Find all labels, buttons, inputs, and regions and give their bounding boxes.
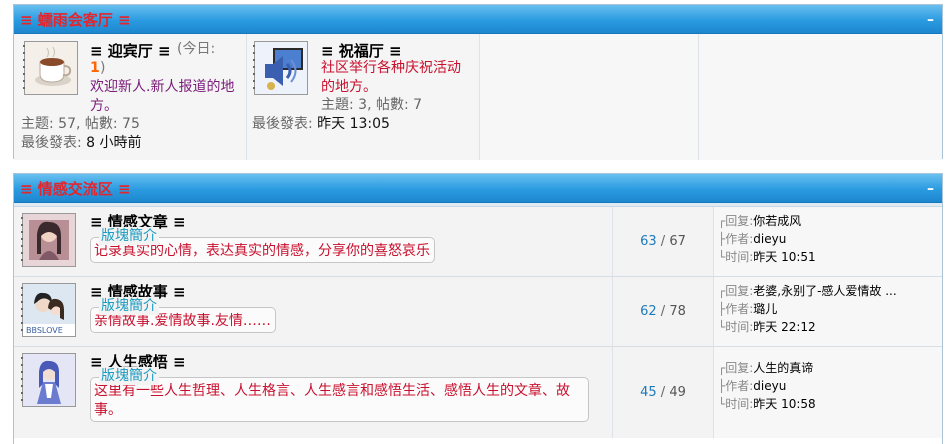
author-link[interactable]: dieyu [753, 379, 786, 393]
last-post-info: ┌回复:老婆,永别了-感人爱情故 ... ├作者:璐儿 └时间:昨天 22:12 [714, 277, 942, 346]
thread-count: 62 [640, 304, 657, 319]
last-post-info: ┌回复:人生的真谛 ├作者:dieyu └时间:昨天 10:58 [714, 347, 942, 438]
last-post-line: 最後發表: 8 小時前 [21, 134, 142, 153]
forum-name[interactable]: ≡ 迎宾厅 ≡ [90, 40, 171, 61]
time-value: 昨天 10:51 [753, 250, 816, 264]
intro-legend: 版塊簡介 [99, 367, 159, 385]
time-label: └时间: [718, 320, 754, 334]
category-title[interactable]: ≡ 情感交流区 ≡ [20, 178, 131, 199]
couple-portrait-icon[interactable]: BBSLOVE [21, 283, 76, 337]
forum-row: ≡ 情感文章 ≡ 版塊簡介 记录真实的心情，表达真实的情感，分享你的喜怒哀乐 6… [14, 207, 942, 277]
category-emotion: ≡ 情感交流区 ≡ – ≡ 情感文章 ≡ 版塊簡介 记录真实的心情，表达真实的情… [13, 173, 943, 444]
category-header: ≡ 情感交流区 ≡ – [14, 174, 942, 203]
forum-description: 记录真实的心情，表达真实的情感，分享你的喜怒哀乐 [94, 243, 430, 259]
anime-girl-icon[interactable] [21, 353, 76, 407]
forum-cell-blessing: ≡ 祝福厅 ≡ 社区举行各种庆祝活动的地方。 主題: 3, 帖數: 7 最後發表… [247, 34, 480, 160]
forum-row: BBSLOVE ≡ 情感故事 ≡ 版塊簡介 亲情故事.爱情故事.友情…… 62 … [14, 277, 942, 347]
author-label: ├作者: [718, 232, 754, 246]
forum-intro-box: 版塊簡介 这里有一些人生哲理、人生格言、人生感言和感悟生活、感悟人生的文章、故事… [90, 367, 589, 422]
author-link[interactable]: 璐儿 [753, 302, 777, 316]
forum-description: 亲情故事.爱情故事.友情…… [94, 313, 271, 329]
reply-label: ┌回复: [718, 214, 754, 228]
author-link[interactable]: dieyu [753, 232, 786, 246]
last-post-line: 最後發表: 昨天 13:05 [252, 115, 390, 134]
time-label: └时间: [718, 397, 754, 411]
forum-description: 社区举行各种庆祝活动的地方。 [321, 60, 461, 95]
coffee-cup-icon[interactable] [23, 41, 78, 95]
forum-stats: 主題: 3, 帖數: 7 [321, 97, 423, 113]
forum-row: ≡ 人生感悟 ≡ 版塊簡介 这里有一些人生哲理、人生格言、人生感言和感悟生活、感… [14, 347, 942, 438]
time-value: 昨天 22:12 [753, 320, 816, 334]
reply-label: ┌回复: [718, 361, 754, 375]
reply-title-link[interactable]: 你若成风 [753, 214, 801, 228]
post-count: 67 [669, 234, 686, 249]
today-count: 1 [90, 60, 100, 76]
thread-count: 45 [640, 385, 657, 400]
forum-description: 欢迎新人.新人报道的地方。 [90, 79, 235, 114]
post-count: 78 [669, 304, 686, 319]
last-post-label: 最後發表: [252, 116, 313, 132]
girl-portrait-icon[interactable] [21, 213, 76, 267]
forum-cell-empty [480, 34, 699, 160]
thread-count: 63 [640, 234, 657, 249]
author-label: ├作者: [718, 379, 754, 393]
icon-caption: BBSLOVE [26, 326, 63, 335]
collapse-toggle-icon[interactable]: – [927, 12, 934, 28]
today-count-prefix: (今日: [177, 41, 216, 57]
category-title[interactable]: ≡ 蠕雨会客厅 ≡ [20, 9, 131, 30]
today-count-suffix: ) [100, 60, 106, 76]
last-post-time[interactable]: 8 小時前 [86, 135, 141, 151]
forum-intro-box: 版塊簡介 亲情故事.爱情故事.友情…… [90, 297, 276, 333]
forum-intro-box: 版塊簡介 记录真实的心情，表达真实的情感，分享你的喜怒哀乐 [90, 227, 435, 263]
last-post-info: ┌回复:你若成风 ├作者:dieyu └时间:昨天 10:51 [714, 207, 942, 276]
time-label: └时间: [718, 250, 754, 264]
reply-label: ┌回复: [718, 284, 754, 298]
last-post-time[interactable]: 昨天 13:05 [317, 116, 390, 132]
forum-cell-welcome: ≡ 迎宾厅 ≡ (今日: 1 ) 欢迎新人.新人报道的地方。 主题: 57, 帖… [14, 34, 247, 160]
post-count: 49 [669, 385, 686, 400]
collapse-toggle-icon[interactable]: – [927, 181, 934, 197]
reply-title-link[interactable]: 老婆,永别了-感人爱情故 ... [753, 284, 896, 298]
forum-stats: 主题: 57, 帖數: 75 [21, 116, 140, 132]
forum-cell-empty [699, 34, 942, 160]
count-separator: / [656, 304, 670, 319]
count-separator: / [656, 234, 670, 249]
intro-legend: 版塊簡介 [99, 297, 159, 315]
thread-post-counts: 45 / 49 [613, 347, 714, 438]
category-header: ≡ 蠕雨会客厅 ≡ – [14, 5, 942, 34]
forum-name[interactable]: ≡ 祝福厅 ≡ [321, 40, 402, 61]
thread-post-counts: 62 / 78 [613, 277, 714, 346]
count-separator: / [656, 385, 670, 400]
last-post-label: 最後發表: [21, 135, 82, 151]
category-lounge: ≡ 蠕雨会客厅 ≡ – ≡ 迎宾厅 ≡ (今日: 1 ) 欢迎新人.新人报道的地… [13, 4, 943, 160]
forum-description: 这里有一些人生哲理、人生格言、人生感言和感悟生活、感悟人生的文章、故事。 [94, 383, 570, 418]
reply-title-link[interactable]: 人生的真谛 [753, 361, 813, 375]
time-value: 昨天 10:58 [753, 397, 816, 411]
intro-legend: 版塊簡介 [99, 227, 159, 245]
thread-post-counts: 63 / 67 [613, 207, 714, 276]
media-speaker-icon[interactable] [253, 41, 308, 95]
author-label: ├作者: [718, 302, 754, 316]
